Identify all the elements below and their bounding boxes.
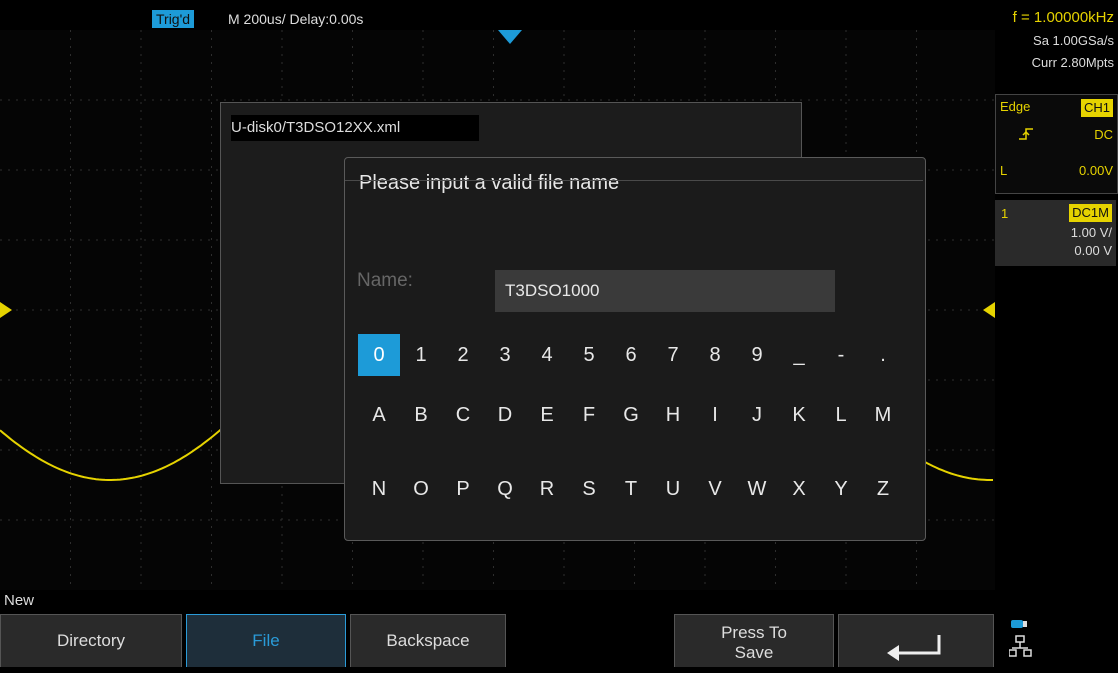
dialog-divider xyxy=(345,180,923,181)
key-D[interactable]: D xyxy=(484,394,526,436)
key-I[interactable]: I xyxy=(694,394,736,436)
key-N[interactable]: N xyxy=(358,468,400,510)
key-1[interactable]: 1 xyxy=(400,334,442,376)
key-7[interactable]: 7 xyxy=(652,334,694,376)
key-5[interactable]: 5 xyxy=(568,334,610,376)
key-V[interactable]: V xyxy=(694,468,736,510)
key-period[interactable]: . xyxy=(862,334,904,376)
key-3[interactable]: 3 xyxy=(484,334,526,376)
key-L[interactable]: L xyxy=(820,394,862,436)
file-button[interactable]: File xyxy=(186,614,346,667)
key-9[interactable]: 9 xyxy=(736,334,778,376)
channel-coupling-badge: DC1M xyxy=(1069,204,1112,222)
sample-rate: Sa 1.00GSa/s xyxy=(1033,33,1114,48)
trigger-settings-box[interactable]: Edge CH1 DC L 0.00V xyxy=(995,94,1118,194)
key-W[interactable]: W xyxy=(736,468,778,510)
name-label: Name: xyxy=(357,270,413,291)
status-icons xyxy=(995,614,1118,667)
key-4[interactable]: 4 xyxy=(526,334,568,376)
key-hyphen[interactable]: - xyxy=(820,334,862,376)
key-T[interactable]: T xyxy=(610,468,652,510)
rising-edge-icon xyxy=(1018,127,1034,144)
key-Y[interactable]: Y xyxy=(820,468,862,510)
key-Q[interactable]: Q xyxy=(484,468,526,510)
status-bar: Trig'd M 200us/ Delay:0.00s f = 1.00000k… xyxy=(0,0,1118,30)
key-U[interactable]: U xyxy=(652,468,694,510)
trigger-position-marker xyxy=(498,30,522,44)
channel1-ground-marker xyxy=(0,302,12,318)
trigger-status-badge: Trig'd xyxy=(152,10,195,28)
key-underscore[interactable]: _ xyxy=(778,334,820,376)
return-arrow-icon xyxy=(887,635,941,661)
key-P[interactable]: P xyxy=(442,468,484,510)
key-2[interactable]: 2 xyxy=(442,334,484,376)
trigger-coupling: DC xyxy=(1094,127,1113,142)
trigger-source-badge: CH1 xyxy=(1080,99,1113,117)
trigger-level-label: L xyxy=(1000,163,1008,178)
memory-depth: Curr 2.80Mpts xyxy=(1031,55,1114,70)
key-O[interactable]: O xyxy=(400,468,442,510)
key-6[interactable]: 6 xyxy=(610,334,652,376)
channel-scale: 1.00 V/ xyxy=(1070,225,1112,240)
key-F[interactable]: F xyxy=(568,394,610,436)
key-A[interactable]: A xyxy=(358,394,400,436)
key-B[interactable]: B xyxy=(400,394,442,436)
timebase-readout: M 200us/ Delay:0.00s xyxy=(228,11,364,27)
directory-button[interactable]: Directory xyxy=(0,614,182,667)
channel1-settings-box[interactable]: 1 DC1M 1.00 V/ 0.00 V xyxy=(995,200,1116,266)
trigger-level-value: 0.00V xyxy=(1079,163,1113,178)
channel-offset: 0.00 V xyxy=(1074,243,1112,258)
press-to-save-button[interactable]: Press To Save xyxy=(674,614,834,667)
key-G[interactable]: G xyxy=(610,394,652,436)
key-C[interactable]: C xyxy=(442,394,484,436)
key-Z[interactable]: Z xyxy=(862,468,904,510)
network-icon xyxy=(1008,635,1032,657)
right-info-panel: Sa 1.00GSa/s Curr 2.80Mpts Edge CH1 DC L… xyxy=(995,30,1118,590)
file-name-input[interactable]: T3DSO1000 xyxy=(495,270,835,312)
channel-number: 1 xyxy=(1001,206,1009,221)
key-0[interactable]: 0 xyxy=(358,334,400,376)
usb-device-icon xyxy=(1011,620,1023,628)
frequency-readout: f = 1.00000kHz xyxy=(1012,9,1114,26)
key-S[interactable]: S xyxy=(568,468,610,510)
file-name-dialog: Please input a valid file name Name: T3D… xyxy=(344,157,926,541)
menu-title: New xyxy=(4,592,35,609)
dialog-title: Please input a valid file name xyxy=(359,172,620,194)
key-X[interactable]: X xyxy=(778,468,820,510)
file-path-field: U-disk0/T3DSO12XX.xml xyxy=(231,115,479,141)
backspace-button[interactable]: Backspace xyxy=(350,614,506,667)
key-J[interactable]: J xyxy=(736,394,778,436)
key-E[interactable]: E xyxy=(526,394,568,436)
return-button[interactable] xyxy=(838,614,994,667)
key-8[interactable]: 8 xyxy=(694,334,736,376)
key-K[interactable]: K xyxy=(778,394,820,436)
key-H[interactable]: H xyxy=(652,394,694,436)
trigger-type: Edge xyxy=(1000,99,1031,114)
key-M[interactable]: M xyxy=(862,394,904,436)
key-R[interactable]: R xyxy=(526,468,568,510)
trigger-level-marker xyxy=(983,302,995,318)
